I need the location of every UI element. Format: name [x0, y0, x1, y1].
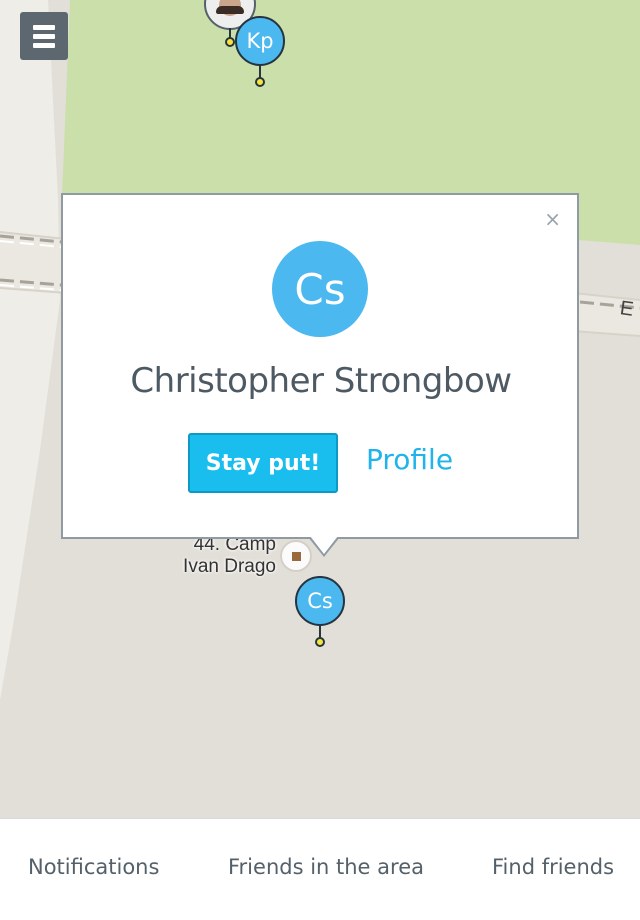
friend-popup: × Cs Christopher Strongbow Stay put! Pro…: [61, 193, 579, 539]
pin-location-dot: [255, 77, 265, 87]
poi-label-line2: Ivan Drago: [183, 556, 276, 577]
close-icon[interactable]: ×: [544, 209, 561, 229]
profile-link[interactable]: Profile: [366, 443, 453, 476]
popup-pointer-fill: [310, 536, 338, 554]
avatar: Cs: [272, 241, 368, 337]
menu-icon-bar: [33, 42, 55, 48]
tab-find-friends[interactable]: Find friends: [492, 855, 614, 879]
tab-friends-in-area[interactable]: Friends in the area: [228, 855, 424, 879]
avatar-mustache: [216, 6, 244, 14]
poi-label[interactable]: 44. Camp Ivan Drago: [160, 534, 276, 578]
pin-location-dot: [315, 637, 325, 647]
bottom-tab-bar: Notifications Friends in the area Find f…: [0, 818, 640, 920]
menu-icon-bar: [33, 33, 55, 39]
pin-initials: Kp: [235, 16, 285, 66]
tab-notifications[interactable]: Notifications: [28, 855, 159, 879]
pin-initials: Cs: [295, 576, 345, 626]
pin-location-dot: [225, 37, 235, 47]
friend-pin-kp[interactable]: Kp: [235, 16, 285, 87]
menu-icon-bar: [33, 24, 55, 30]
stay-put-button[interactable]: Stay put!: [188, 433, 338, 493]
menu-button[interactable]: [20, 12, 68, 60]
friend-name: Christopher Strongbow: [130, 361, 512, 401]
friend-pin-cs[interactable]: Cs: [295, 576, 345, 647]
